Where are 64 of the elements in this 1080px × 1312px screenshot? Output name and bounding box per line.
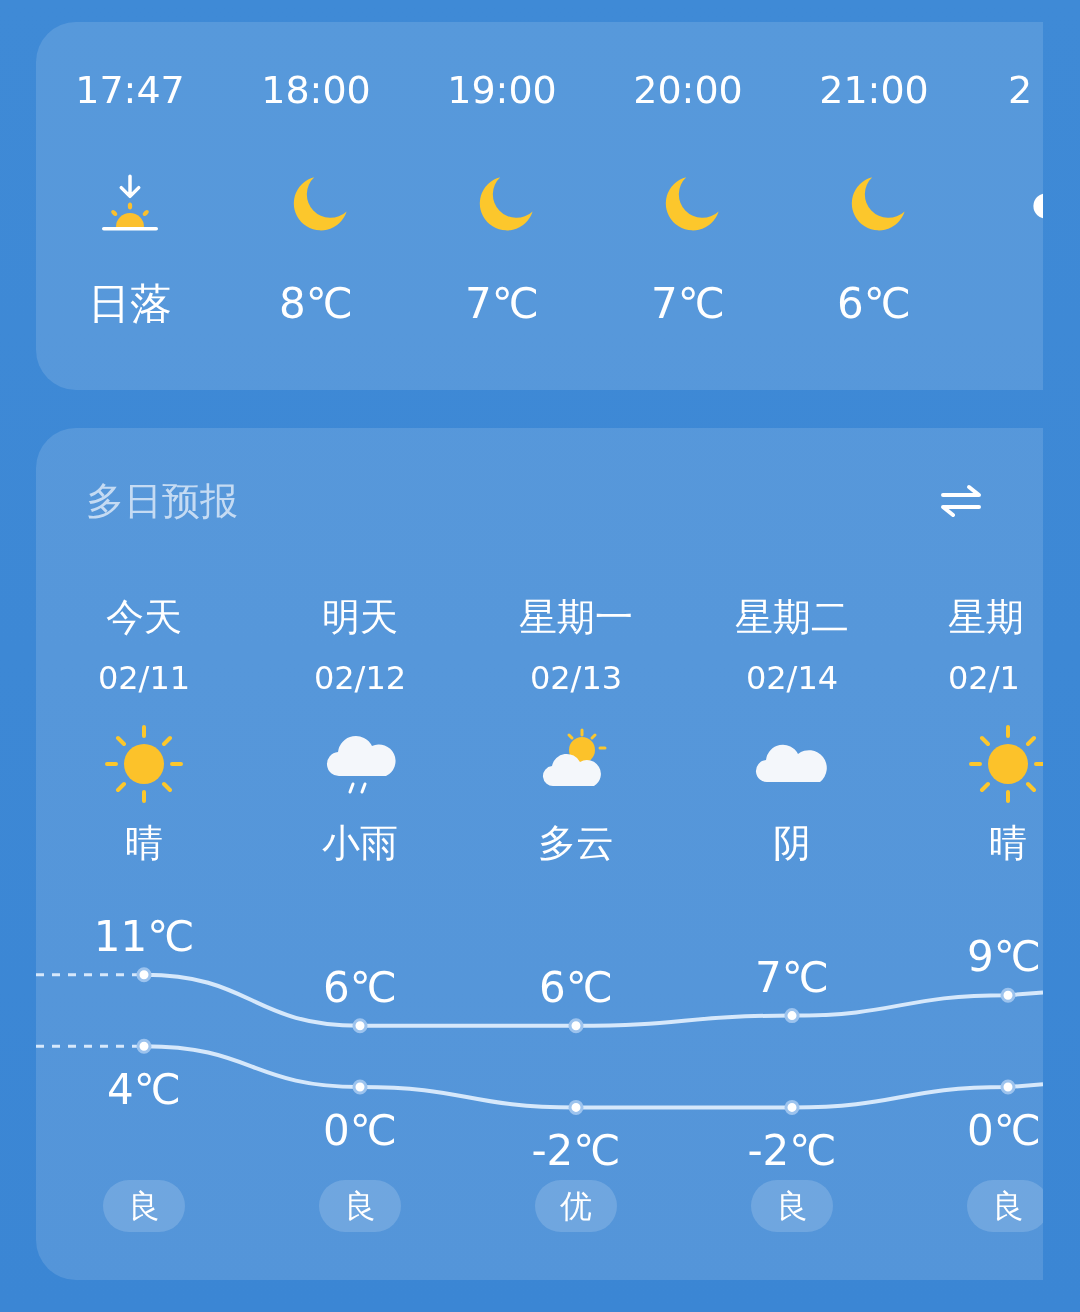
moon-icon	[851, 177, 905, 231]
air-quality-badge: 良	[967, 1180, 1043, 1232]
hour-time: 2	[1008, 67, 1033, 114]
hour-time: 20:00	[633, 67, 743, 114]
data-point	[352, 1018, 368, 1034]
air-quality-badge: 良	[751, 1180, 833, 1232]
weather-condition: 阴	[773, 820, 811, 867]
hour-time: 21:00	[819, 67, 929, 114]
cloud-icon	[1033, 193, 1043, 219]
data-point	[568, 1099, 584, 1115]
day-name: 星期二	[735, 594, 849, 641]
day-name: 星期一	[519, 594, 633, 641]
hour-time: 19:00	[447, 67, 557, 114]
day-date: 02/1	[948, 658, 1020, 699]
moon-icon	[665, 177, 719, 231]
temperature-label: 0℃	[323, 1106, 397, 1155]
data-point	[784, 1008, 800, 1024]
day-date: 02/12	[313, 658, 407, 699]
day-name: 今天	[106, 594, 182, 641]
temperature-label: 0℃	[967, 1106, 1041, 1155]
moon-icon	[479, 177, 533, 231]
data-point	[1000, 987, 1016, 1003]
hour-temperature: 日落	[88, 278, 172, 330]
hour-temperature: 8℃	[279, 278, 353, 330]
temperature-label: -2℃	[747, 1126, 837, 1176]
hour-temperature: 7℃	[465, 278, 539, 330]
data-point	[1000, 1079, 1016, 1095]
temperature-label: 4℃	[107, 1065, 181, 1115]
section-title: 多日预报	[86, 478, 238, 525]
sun-icon	[105, 725, 183, 803]
air-quality-badge: 优	[535, 1180, 617, 1232]
day-date: 02/13	[529, 658, 623, 699]
day-date: 02/14	[745, 658, 839, 699]
partly-cloudy-icon	[542, 728, 607, 787]
moon-icon	[293, 177, 347, 231]
air-quality-badge: 良	[103, 1180, 185, 1232]
data-point	[568, 1018, 584, 1034]
air-quality-badge: 良	[319, 1180, 401, 1232]
weather-condition: 晴	[989, 820, 1027, 867]
hour-temperature: 6℃	[837, 278, 911, 330]
temperature-label: -2℃	[531, 1126, 621, 1176]
weather-condition: 小雨	[322, 820, 398, 867]
day-name: 明天	[322, 594, 398, 641]
hour-temperature: 7℃	[651, 278, 725, 330]
sun-icon	[969, 725, 1043, 803]
temperature-label: 6℃	[539, 962, 613, 1012]
hour-time: 17:47	[75, 67, 185, 114]
temperature-label: 7℃	[755, 952, 829, 1002]
cloud-icon	[755, 744, 827, 783]
sunset-icon	[102, 174, 158, 231]
data-point	[352, 1079, 368, 1095]
weather-condition: 多云	[538, 820, 614, 867]
weather-condition: 晴	[125, 820, 163, 867]
swap-icon[interactable]	[941, 485, 981, 517]
temperature-label: 11℃	[93, 911, 195, 961]
day-date: 02/11	[97, 658, 191, 699]
temperature-label: 9℃	[967, 932, 1041, 982]
data-point	[136, 967, 152, 983]
day-name: 星期	[948, 594, 1024, 641]
data-point	[136, 1038, 152, 1054]
data-point	[784, 1099, 800, 1115]
rain-cloud-icon	[326, 736, 396, 794]
hour-time: 18:00	[261, 67, 371, 114]
temperature-label: 6℃	[323, 962, 397, 1012]
